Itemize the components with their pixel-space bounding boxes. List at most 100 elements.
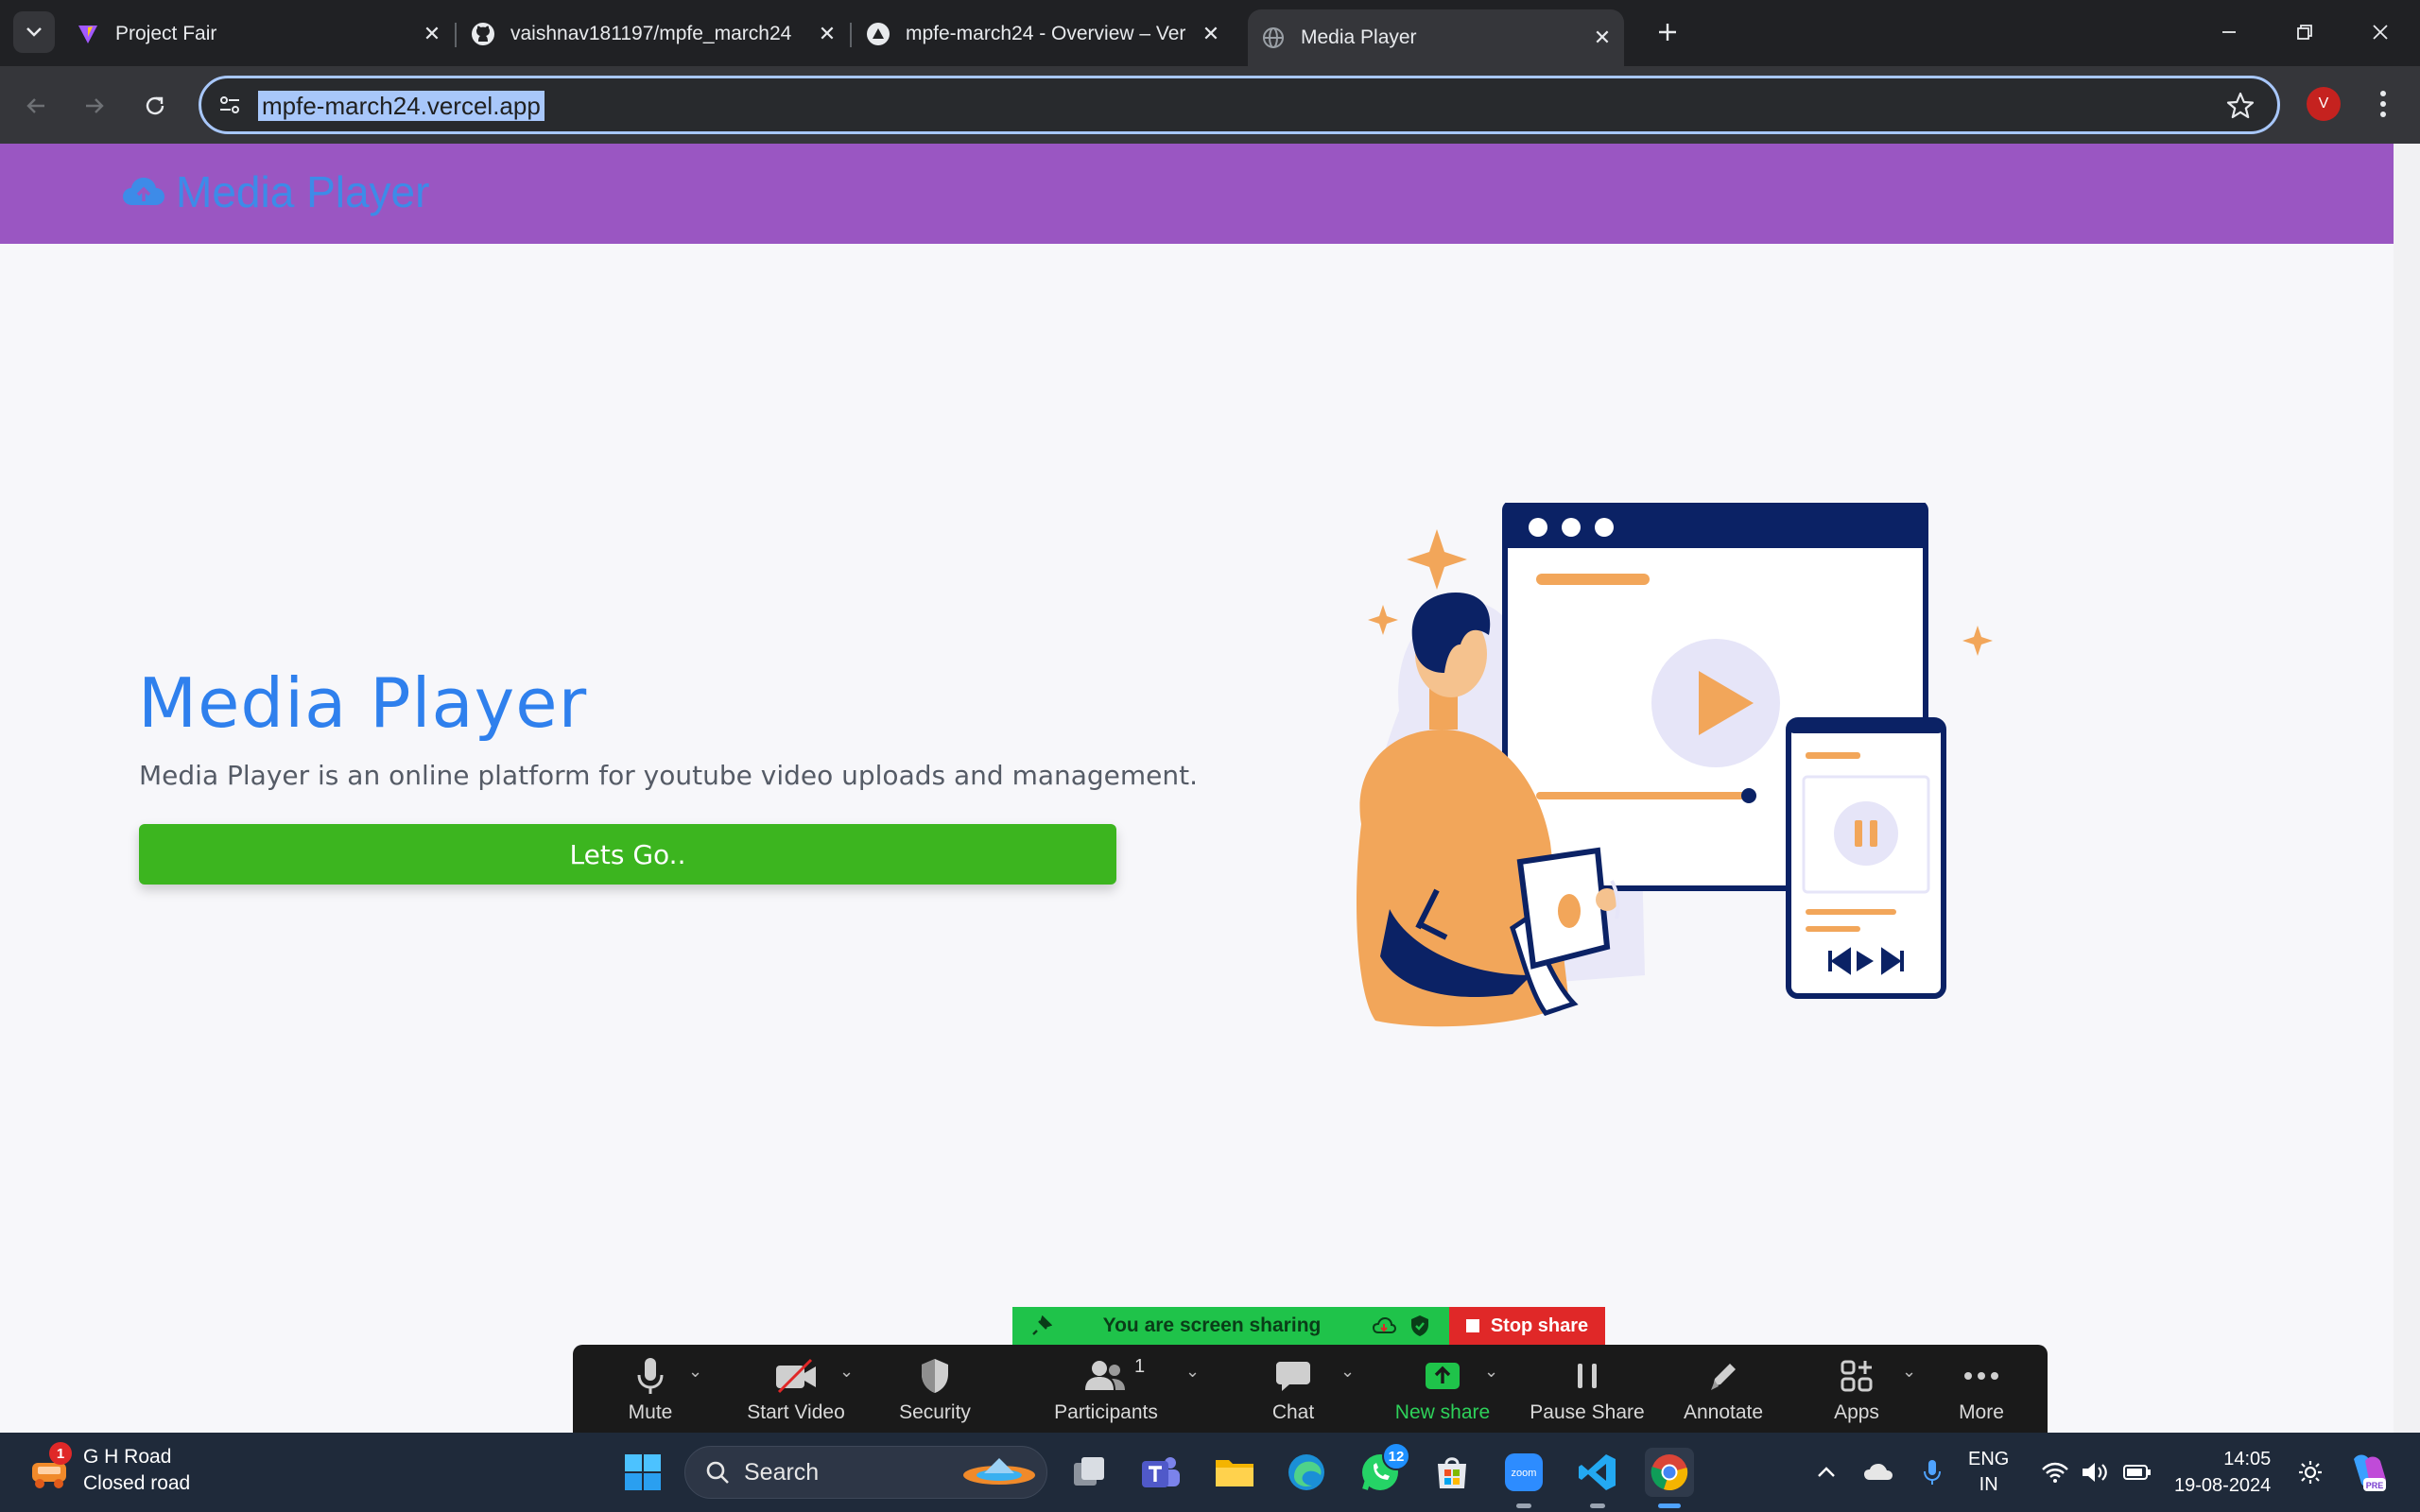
- chrome-icon[interactable]: [1645, 1448, 1694, 1497]
- pause-icon: [1834, 801, 1898, 866]
- security-button[interactable]: Security: [869, 1354, 1001, 1424]
- bookmark-star-icon[interactable]: [2224, 90, 2256, 122]
- tab-search-button[interactable]: [13, 11, 55, 53]
- brand-link[interactable]: Media Player: [121, 166, 429, 217]
- tab-media-player[interactable]: Media Player ✕: [1248, 9, 1624, 66]
- new-tab-button[interactable]: [1649, 13, 1686, 51]
- more-button[interactable]: More: [1915, 1354, 2048, 1424]
- video-options-chevron-icon[interactable]: ⌄: [839, 1362, 854, 1382]
- annotate-label: Annotate: [1683, 1401, 1764, 1423]
- onedrive-icon[interactable]: [1862, 1461, 1894, 1484]
- taskbar-search[interactable]: Search: [684, 1446, 1047, 1499]
- restore-icon: [2297, 25, 2312, 40]
- url-text[interactable]: mpfe-march24.vercel.app: [258, 91, 544, 121]
- search-placeholder: Search: [744, 1458, 820, 1486]
- lets-go-button[interactable]: Lets Go..: [139, 824, 1116, 885]
- browser-menu-button[interactable]: [2369, 85, 2397, 123]
- clock-time: 14:05: [2223, 1449, 2272, 1469]
- restore-button[interactable]: [2286, 13, 2324, 51]
- chat-button[interactable]: Chat: [1227, 1354, 1359, 1424]
- copilot-icon[interactable]: PRE: [2344, 1452, 2390, 1493]
- volume-icon[interactable]: [2081, 1460, 2111, 1485]
- mute-options-chevron-icon[interactable]: ⌄: [688, 1362, 702, 1382]
- teams-icon[interactable]: [1136, 1448, 1185, 1497]
- site-settings-icon[interactable]: [216, 92, 243, 118]
- tab-github[interactable]: vaishnav181197/mpfe_march24 ✕: [471, 9, 839, 59]
- system-clock[interactable]: 14:05 19-08-2024: [2174, 1446, 2271, 1499]
- cloud-upload-icon: [123, 178, 164, 205]
- battery-icon[interactable]: [2122, 1462, 2152, 1483]
- tab-title: vaishnav181197/mpfe_march24: [510, 23, 792, 44]
- share-options-chevron-icon[interactable]: ⌄: [1484, 1362, 1498, 1382]
- scrollbar-track[interactable]: [2394, 144, 2420, 1433]
- task-view-icon[interactable]: [1064, 1448, 1114, 1497]
- forward-button[interactable]: [74, 85, 115, 127]
- chevron-up-icon[interactable]: [1815, 1461, 1838, 1484]
- edge-icon[interactable]: [1282, 1448, 1331, 1497]
- close-icon: [2373, 25, 2388, 40]
- hero-title: Media Player: [138, 663, 588, 743]
- stop-share-button[interactable]: Stop share: [1449, 1307, 1605, 1345]
- sparkle-icon: [1368, 605, 1398, 635]
- tab-title: Project Fair: [115, 23, 217, 44]
- zoom-meeting-toolbar: Mute ⌄ Start Video ⌄ Security Participan…: [573, 1345, 2048, 1433]
- language-line2: IN: [1979, 1474, 1998, 1495]
- reload-button[interactable]: [134, 85, 176, 127]
- annotate-button[interactable]: Annotate: [1657, 1354, 1789, 1424]
- sharing-status[interactable]: You are screen sharing: [1012, 1307, 1449, 1345]
- close-window-button[interactable]: [2361, 13, 2399, 51]
- address-bar[interactable]: mpfe-march24.vercel.app: [199, 76, 2280, 134]
- close-icon[interactable]: ✕: [420, 22, 444, 46]
- back-button[interactable]: [15, 85, 57, 127]
- chat-options-chevron-icon[interactable]: ⌄: [1340, 1362, 1355, 1382]
- globe-icon: [1261, 26, 1286, 50]
- participants-button[interactable]: Participants: [1040, 1354, 1172, 1424]
- app-navbar: Media Player: [0, 144, 2394, 244]
- sparkle-icon: [1962, 626, 1993, 656]
- participants-options-chevron-icon[interactable]: ⌄: [1185, 1362, 1200, 1382]
- pause-share-button[interactable]: Pause Share: [1521, 1354, 1653, 1424]
- close-icon[interactable]: ✕: [815, 22, 839, 46]
- pin-icon: [1032, 1315, 1052, 1335]
- close-icon[interactable]: ✕: [1199, 22, 1223, 46]
- whatsapp-icon[interactable]: 12: [1356, 1442, 1410, 1497]
- tab-project-fair[interactable]: Project Fair ✕: [76, 9, 444, 59]
- chat-label: Chat: [1271, 1401, 1315, 1423]
- wifi-icon[interactable]: [2041, 1461, 2069, 1484]
- weather-widget[interactable]: 1 G H Road Closed road: [28, 1442, 190, 1497]
- share-screen-icon: [1426, 1363, 1460, 1389]
- whatsapp-badge: 12: [1382, 1442, 1410, 1470]
- windows-start-icon[interactable]: [624, 1453, 662, 1491]
- chevron-down-icon: [26, 27, 42, 37]
- reload-icon: [146, 96, 164, 115]
- notification-settings-icon[interactable]: [2297, 1459, 2324, 1486]
- zoom-icon[interactable]: zoom: [1499, 1448, 1548, 1497]
- language-indicator[interactable]: ENG IN: [1968, 1447, 2009, 1498]
- arrow-right-icon: [86, 98, 104, 113]
- pause-icon: [1578, 1364, 1597, 1388]
- page-content: Media Player Media Player Media Player i…: [0, 144, 2394, 1433]
- clock-date: 19-08-2024: [2174, 1475, 2272, 1496]
- brand-name: Media Player: [176, 167, 430, 216]
- participants-count: 1: [1134, 1356, 1146, 1377]
- apps-options-chevron-icon[interactable]: ⌄: [1902, 1362, 1916, 1382]
- search-highlight-icon: [963, 1458, 1035, 1485]
- more-dots-icon: [1964, 1372, 1998, 1380]
- close-icon[interactable]: ✕: [1590, 26, 1615, 50]
- pencil-icon: [1711, 1364, 1736, 1390]
- tab-vercel[interactable]: mpfe-march24 - Overview – Ver ✕: [866, 9, 1223, 59]
- minimize-button[interactable]: [2210, 13, 2248, 51]
- system-tray: ENG IN: [1815, 1433, 2152, 1512]
- pause-share-label: Pause Share: [1530, 1401, 1645, 1423]
- stop-icon: [1465, 1319, 1479, 1332]
- microsoft-store-icon[interactable]: [1427, 1448, 1477, 1497]
- profile-avatar[interactable]: V: [2307, 87, 2341, 121]
- media-player-illustration: [1357, 503, 1993, 1027]
- file-explorer-icon[interactable]: [1210, 1448, 1259, 1497]
- sharing-label: You are screen sharing: [1102, 1314, 1322, 1336]
- hero-description: Media Player is an online platform for y…: [139, 760, 1199, 791]
- microphone-icon[interactable]: [1923, 1458, 1942, 1486]
- vscode-icon[interactable]: [1573, 1448, 1622, 1497]
- tab-separator: [455, 23, 457, 47]
- cloud-icon: [1372, 1316, 1396, 1333]
